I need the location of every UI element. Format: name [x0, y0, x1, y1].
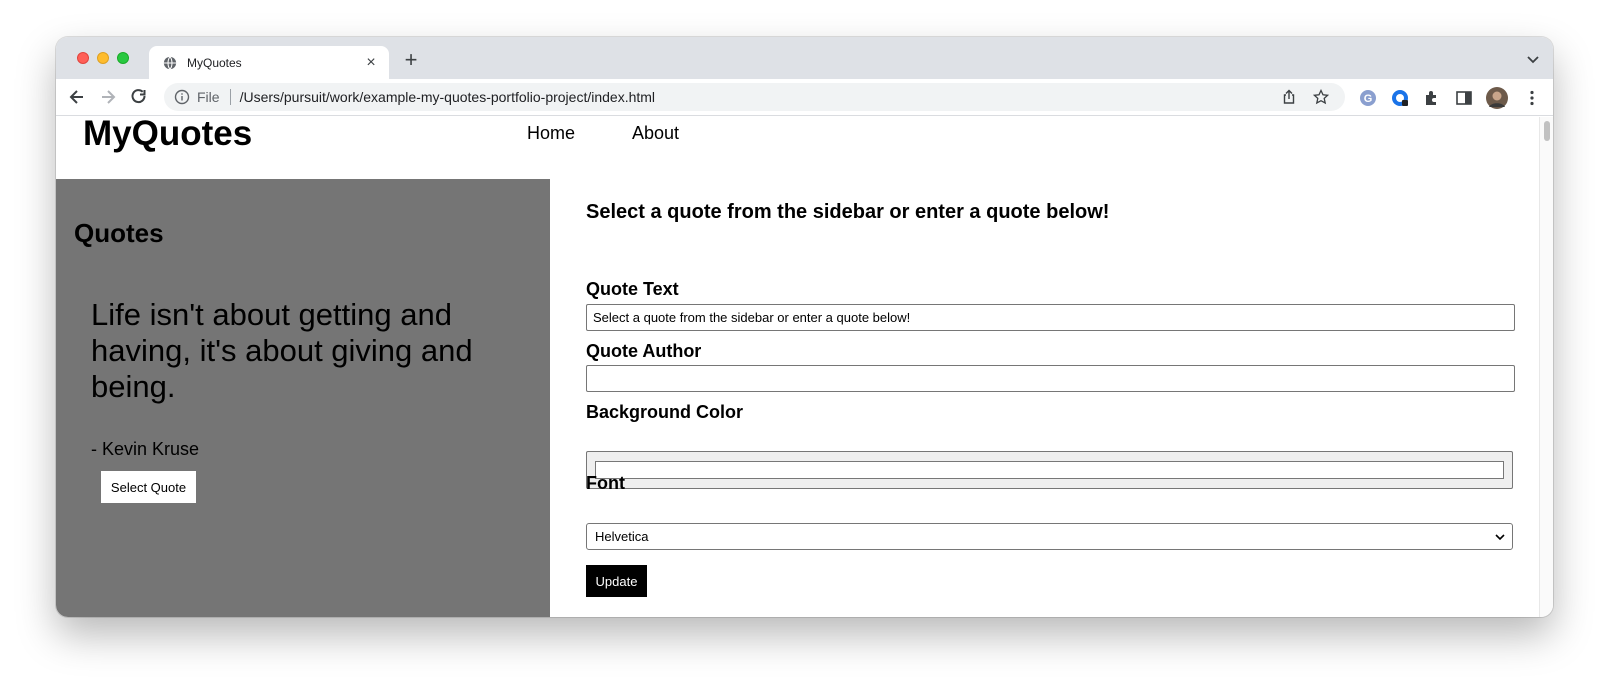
font-label: Font: [586, 473, 625, 493]
nav-link-about[interactable]: About: [632, 123, 679, 144]
puzzle-icon[interactable]: [1423, 89, 1441, 107]
reload-icon[interactable]: [129, 87, 149, 107]
star-icon[interactable]: [1313, 89, 1329, 105]
close-tab-icon[interactable]: ×: [359, 54, 383, 72]
globe-icon: [163, 56, 177, 69]
quote-author-label: Quote Author: [586, 341, 702, 361]
back-arrow-icon[interactable]: [67, 87, 87, 107]
info-icon[interactable]: [174, 89, 190, 105]
quote-form: Select a quote from the sidebar or enter…: [550, 179, 1525, 617]
side-panel-icon[interactable]: [1455, 89, 1473, 107]
form-heading: Select a quote from the sidebar or enter…: [586, 201, 1110, 223]
quote-author-input[interactable]: [586, 365, 1515, 392]
quote-author: - Kevin Kruse: [91, 439, 200, 459]
quote-text-label: Quote Text: [586, 279, 679, 299]
update-button[interactable]: Update: [586, 565, 647, 597]
kebab-menu-icon[interactable]: [1523, 89, 1541, 107]
tab-strip: MyQuotes × +: [56, 37, 1553, 79]
forward-arrow-icon[interactable]: [98, 87, 118, 107]
tab-myquotes[interactable]: MyQuotes ×: [149, 46, 389, 79]
quote-card: Life isn't about getting and having, it'…: [91, 297, 511, 460]
quotes-sidebar: Quotes Life isn't about getting and havi…: [56, 179, 550, 617]
chevron-down-icon[interactable]: [1525, 51, 1541, 67]
scheme-label: File: [197, 89, 220, 105]
extension-badge-icon[interactable]: [1391, 89, 1409, 107]
background-color-picker[interactable]: [586, 451, 1513, 489]
close-window-button[interactable]: [77, 52, 89, 64]
scrollbar-thumb[interactable]: [1544, 121, 1550, 141]
minimize-window-button[interactable]: [97, 52, 109, 64]
select-quote-button[interactable]: Select Quote: [101, 471, 196, 503]
omnibox-divider: [229, 89, 231, 105]
zoom-window-button[interactable]: [117, 52, 129, 64]
sidebar-heading: Quotes: [74, 218, 164, 248]
page-viewport: MyQuotes Home About Quotes Life isn't ab…: [56, 117, 1539, 617]
address-bar[interactable]: File /Users/pursuit/work/example-my-quot…: [164, 83, 1345, 111]
site-logo[interactable]: MyQuotes: [83, 117, 252, 151]
quote-text-input[interactable]: [586, 304, 1515, 331]
font-select-value: Helvetica: [595, 529, 649, 544]
svg-text:G: G: [1364, 93, 1373, 105]
new-tab-button[interactable]: +: [399, 48, 423, 72]
quote-text: Life isn't about getting and having, it'…: [91, 297, 473, 404]
nav-link-home[interactable]: Home: [527, 123, 575, 144]
background-color-label: Background Color: [586, 402, 744, 422]
browser-window: MyQuotes × + File /Users/pursuit/work/ex…: [56, 37, 1553, 617]
avatar[interactable]: [1486, 87, 1508, 109]
chevron-down-icon: [1495, 533, 1505, 540]
extension-g-icon[interactable]: G: [1359, 89, 1377, 107]
browser-toolbar: File /Users/pursuit/work/example-my-quot…: [56, 79, 1553, 116]
page-scrollbar[interactable]: [1539, 117, 1553, 617]
url-text[interactable]: /Users/pursuit/work/example-my-quotes-po…: [240, 89, 1281, 105]
tab-title: MyQuotes: [187, 55, 242, 70]
font-select[interactable]: Helvetica: [586, 523, 1513, 550]
share-icon[interactable]: [1281, 89, 1297, 105]
color-swatch: [595, 461, 1504, 479]
